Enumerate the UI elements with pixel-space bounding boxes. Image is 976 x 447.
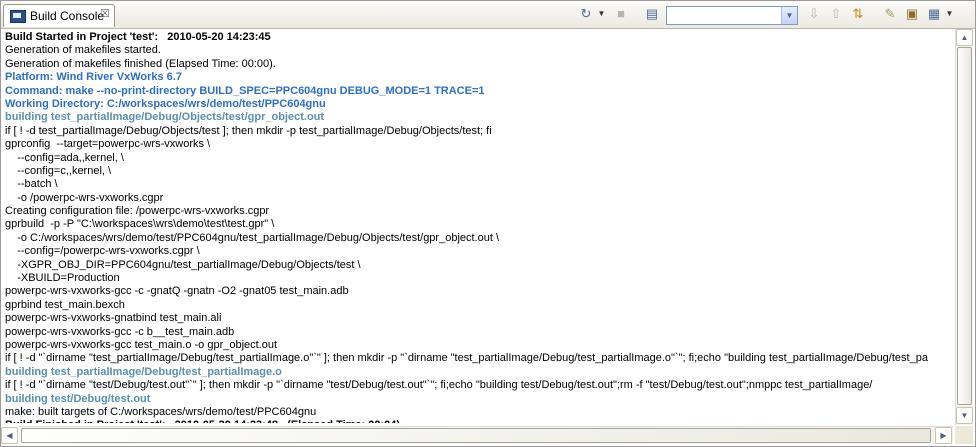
scroll-lock-icon[interactable]: ▣ (903, 5, 921, 23)
clear-console-icon[interactable]: ✎ (881, 5, 899, 23)
console-line: if [ ! -d "`dirname "test/Debug/test.out… (5, 379, 873, 392)
console-line: -o /powerpc-wrs-vxworks.cgpr (5, 191, 164, 204)
scroll-left-button[interactable]: ◀ (1, 427, 18, 444)
close-icon[interactable]: ☒ (100, 7, 110, 20)
pin-console-icon[interactable]: ▤ (643, 5, 661, 23)
console-line: building test_partialImage/Debug/test_pa… (5, 365, 282, 378)
console-line: building test/Debug/test.out (5, 392, 151, 405)
console-line: --batch \ (5, 178, 58, 191)
scroll-down-button[interactable]: ▼ (956, 407, 973, 424)
console-line: Generation of makefiles finished (Elapse… (5, 57, 276, 70)
tab-label: Build Console (30, 9, 105, 23)
build-console-view: Build Console ☒ ↻ ▼ ■ ▤ ▼ ⇩ ⇧ ⇅ ✎ ▣ ▦ ▼ … (0, 0, 976, 447)
console-line: Creating configuration file: /powerpc-wr… (5, 205, 270, 218)
vertical-scroll-thumb[interactable] (957, 47, 972, 405)
horizontal-scrollbar[interactable]: ◀ ▶ (1, 426, 953, 444)
tab-build-console[interactable]: Build Console ☒ (3, 4, 115, 27)
console-icon (10, 10, 26, 23)
console-line: gprbind test_main.bexch (5, 298, 125, 311)
console-line: gprconfig --target=powerpc-wrs-vxworks \ (5, 138, 211, 151)
console-line: if [ ! -d "`dirname "test_partialImage/D… (5, 352, 928, 365)
console-line: -XBUILD=Production (5, 272, 120, 285)
chevron-down-icon[interactable]: ▼ (781, 7, 797, 24)
link-editor-icon[interactable]: ⇅ (849, 5, 867, 23)
console-line: make: built targets of C:/workspaces/wrs… (5, 405, 317, 418)
console-line: Command: make --no-print-directory BUILD… (5, 84, 485, 97)
vertical-scrollbar[interactable]: ▲ ▼ (955, 29, 973, 425)
console-switch-icon[interactable]: ↻ (577, 5, 595, 23)
console-line: if [ ! -d test_partialImage/Debug/Object… (5, 124, 492, 137)
scroll-right-button[interactable]: ▶ (935, 427, 952, 444)
console-line: --config=c,,kernel, \ (5, 164, 112, 177)
prev-error-icon[interactable]: ⇧ (827, 5, 845, 23)
save-icon[interactable]: ▦ (925, 5, 943, 23)
console-line: Working Directory: C:/workspaces/wrs/dem… (5, 97, 326, 110)
stop-icon[interactable]: ■ (612, 5, 630, 23)
next-error-icon[interactable]: ⇩ (805, 5, 823, 23)
view-tab-bar: Build Console ☒ ↻ ▼ ■ ▤ ▼ ⇩ ⇧ ⇅ ✎ ▣ ▦ ▼ (1, 1, 975, 29)
console-output[interactable]: Build Started in Project 'test': 2010-05… (5, 31, 953, 423)
console-line: powerpc-wrs-vxworks-gcc -c b__test_main.… (5, 325, 235, 338)
console-line: gprbuild -p -P "C:\workspaces\wrs\demo\t… (5, 218, 275, 231)
console-line: -XGPR_OBJ_DIR=PPC604gnu/test_partialImag… (5, 258, 361, 271)
console-line: --config=/powerpc-wrs-vxworks.cgpr \ (5, 245, 200, 258)
chevron-down-icon[interactable]: ▼ (597, 5, 606, 23)
scroll-up-button[interactable]: ▲ (956, 29, 973, 46)
console-line: Generation of makefiles started. (5, 44, 161, 57)
console-line: -o C:/workspaces/wrs/demo/test/PPC604gnu… (5, 231, 500, 244)
console-line: --config=ada,,kernel, \ (5, 151, 124, 164)
console-line: powerpc-wrs-vxworks-gcc -c -gnatQ -gnatn… (5, 285, 349, 298)
console-line: building test_partialImage/Debug/Objects… (5, 111, 325, 124)
horizontal-scroll-thumb[interactable] (21, 428, 931, 443)
console-line: Build Finished in Project 'test': 2010-0… (5, 419, 953, 423)
console-line: Platform: Wind River VxWorks 6.7 (5, 71, 182, 84)
console-select-combo[interactable]: ▼ (666, 6, 798, 25)
console-line: powerpc-wrs-vxworks-gcc test_main.o -o g… (5, 338, 278, 351)
console-line: powerpc-wrs-vxworks-gnatbind test_main.a… (5, 312, 222, 325)
chevron-down-icon[interactable]: ▼ (945, 5, 954, 23)
scrollbar-corner (955, 426, 973, 444)
console-line: Build Started in Project 'test': 2010-05… (5, 31, 271, 43)
